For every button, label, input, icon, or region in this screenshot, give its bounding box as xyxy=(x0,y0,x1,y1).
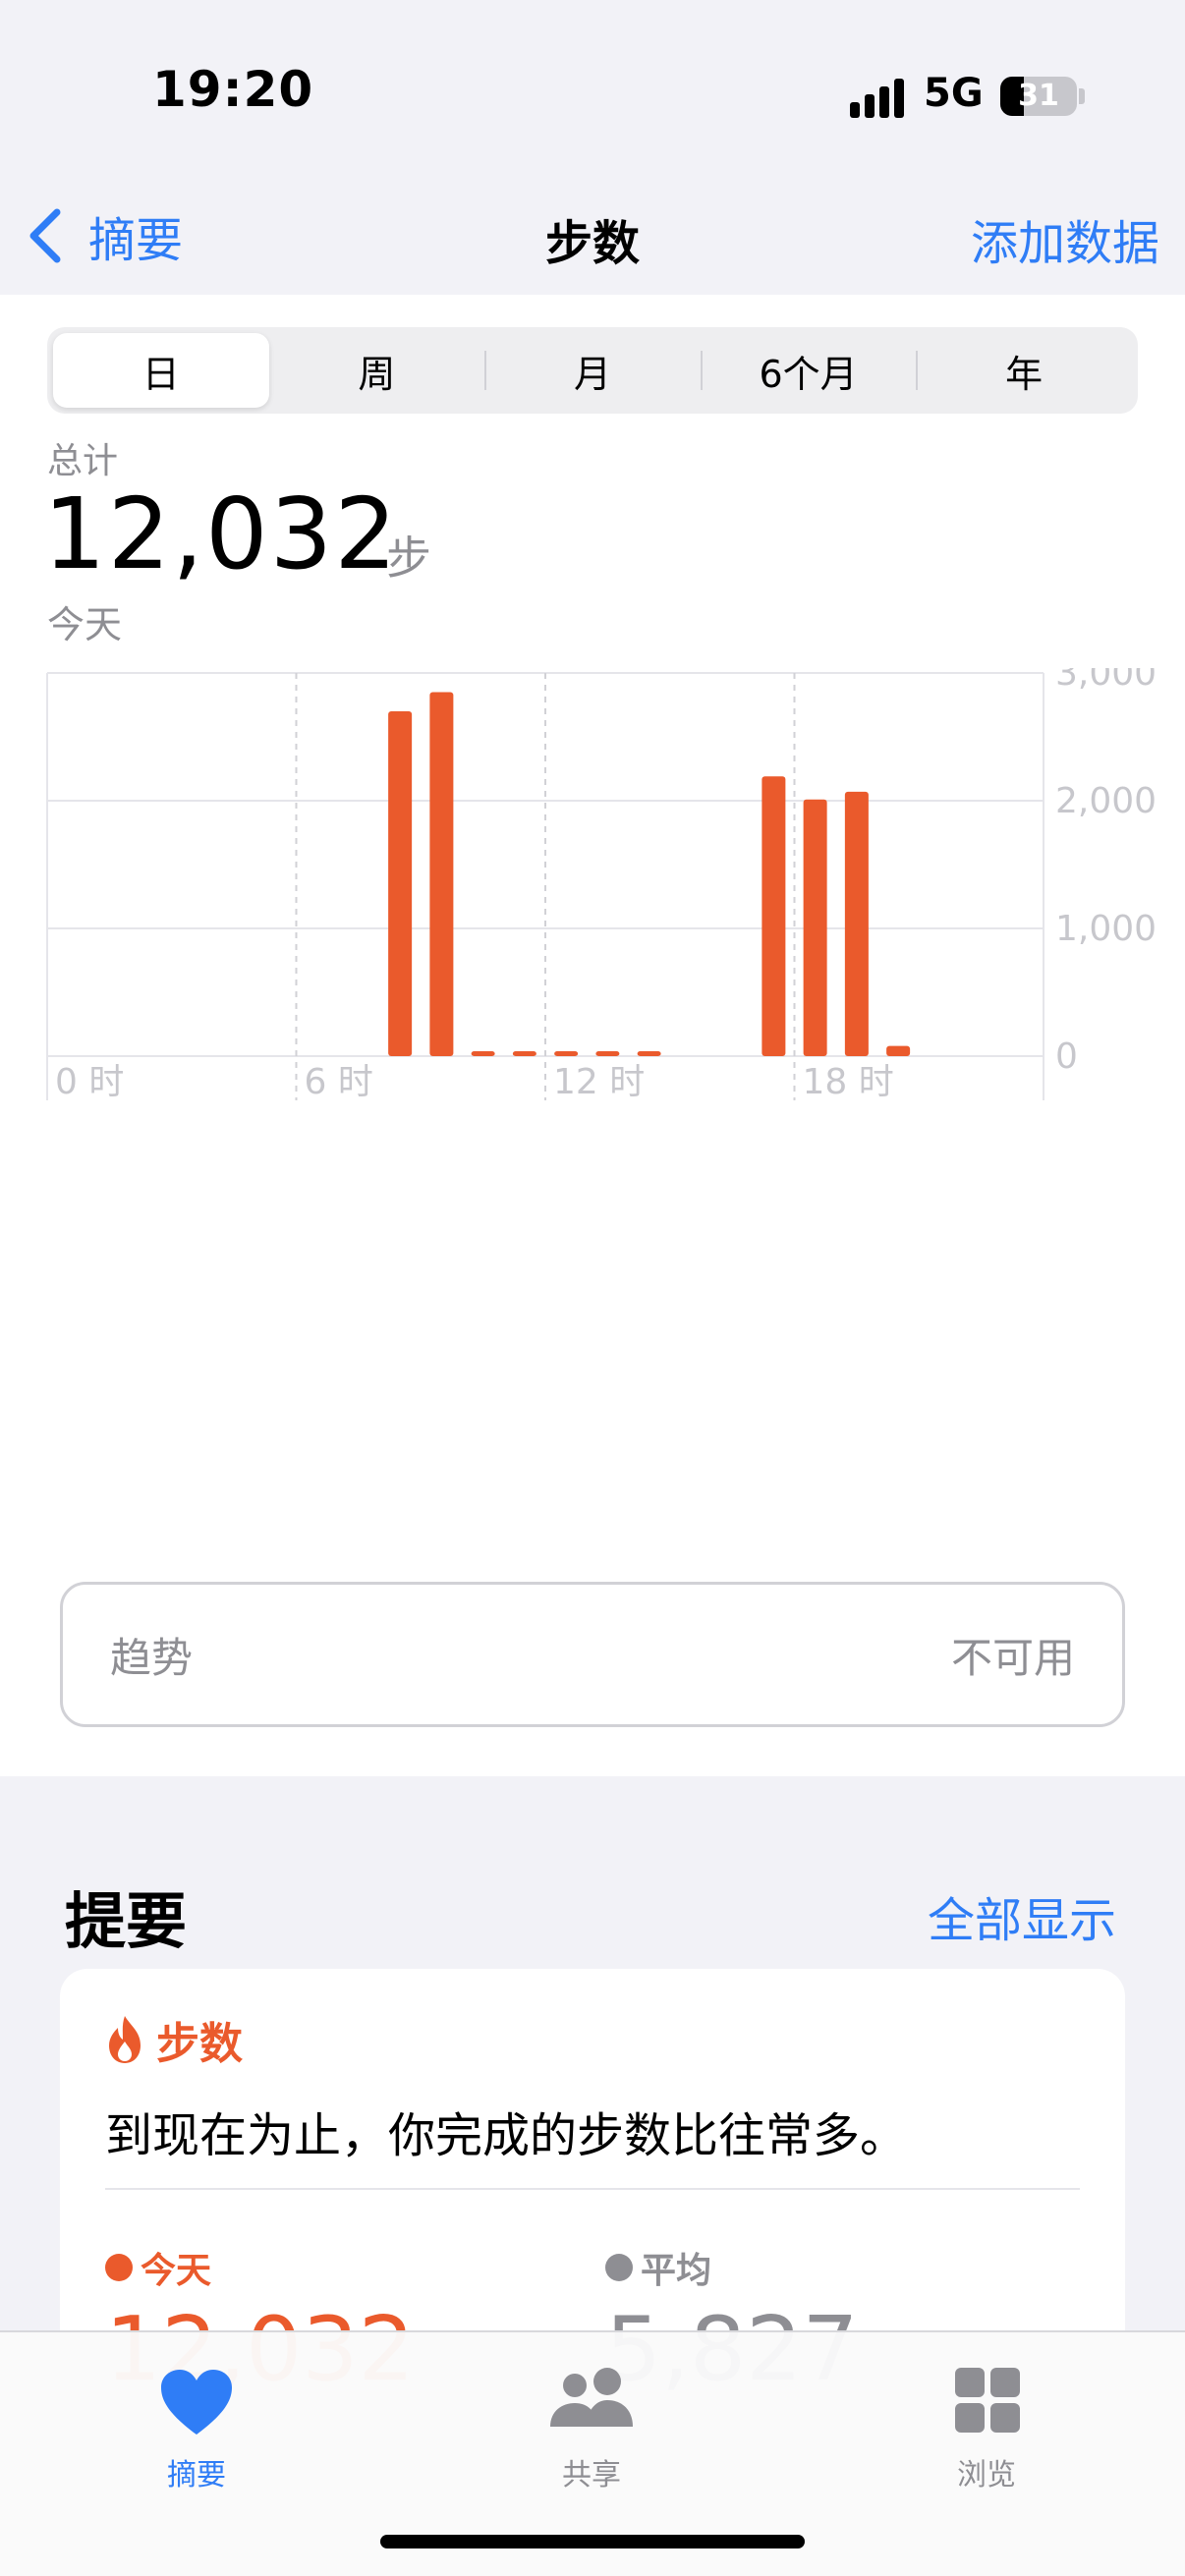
segment-year[interactable]: 年 xyxy=(916,333,1132,408)
trend-row[interactable]: 趋势 不可用 xyxy=(60,1582,1125,1727)
highlight-category: 步数 xyxy=(105,2008,243,2071)
tab-summary-label: 摘要 xyxy=(167,2458,226,2492)
total-unit: 步 xyxy=(386,532,431,585)
navigation-bar: 摘要 步数 添加数据 xyxy=(0,177,1185,295)
tab-browse-label: 浏览 xyxy=(957,2458,1016,2492)
highlight-text: 到现在为止，你完成的步数比往常多。 xyxy=(105,2108,908,2163)
tab-browse[interactable]: 浏览 xyxy=(888,2362,1085,2493)
segment-6-months[interactable]: 6个月 xyxy=(700,333,917,408)
time-range-segmented-control: 日 周 月 6个月 年 xyxy=(47,327,1138,414)
chart-bar xyxy=(429,692,454,1056)
tab-summary[interactable]: 摘要 xyxy=(98,2362,295,2493)
grid-icon xyxy=(955,2368,1020,2433)
segment-day[interactable]: 日 xyxy=(53,333,269,408)
legend-today: 今天 xyxy=(105,2242,211,2293)
chart-bar xyxy=(554,1051,579,1056)
cellular-signal-icon xyxy=(850,79,909,118)
total-value: 12,032 xyxy=(43,476,399,591)
legend-average-label: 平均 xyxy=(641,2251,712,2291)
chart-y-tick-label: 2,000 xyxy=(1055,781,1157,821)
battery-icon: 31 xyxy=(1000,77,1077,116)
home-indicator[interactable] xyxy=(380,2535,805,2548)
highlights-title: 提要 xyxy=(65,1885,188,1957)
add-data-button[interactable]: 添加数据 xyxy=(971,204,1159,273)
chart-bar xyxy=(886,1045,911,1056)
chart-bar xyxy=(388,711,413,1056)
chart-bar xyxy=(637,1051,661,1056)
trend-value: 不可用 xyxy=(950,1633,1075,1682)
flame-icon xyxy=(109,2016,141,2063)
chart-bar xyxy=(512,1051,536,1056)
chart-y-tick-label: 3,000 xyxy=(1055,668,1157,694)
segment-week[interactable]: 周 xyxy=(269,333,485,408)
people-icon xyxy=(550,2368,633,2427)
chart-y-tick-label: 1,000 xyxy=(1055,909,1157,949)
network-type: 5G xyxy=(924,71,984,116)
chart-bar xyxy=(471,1051,495,1056)
status-time: 19:20 xyxy=(152,61,314,118)
status-bar: 19:20 5G 31 xyxy=(0,0,1185,177)
average-dot xyxy=(605,2254,633,2281)
chart-x-tick-label: 12 时 xyxy=(553,1062,645,1102)
chart-bar xyxy=(803,799,827,1056)
chart-x-tick-label: 0 时 xyxy=(55,1062,124,1102)
highlight-category-label: 步数 xyxy=(156,2019,243,2069)
chart-x-tick-label: 6 时 xyxy=(305,1062,373,1102)
chart-bar xyxy=(762,776,786,1056)
chart-bar xyxy=(844,791,869,1056)
main-content: 日 周 月 6个月 年 总计 12,032 步 今天 3,000 2,000 1,0… xyxy=(0,295,1185,1776)
chart-x-tick-label: 18 时 xyxy=(803,1062,894,1102)
steps-bar-chart[interactable]: 3,000 2,000 1,000 0 0 时 6 时 12 时 18 时 xyxy=(0,668,1185,1120)
trend-label: 趋势 xyxy=(110,1633,194,1682)
tab-sharing-label: 共享 xyxy=(562,2458,621,2492)
chart-y-tick-label: 0 xyxy=(1055,1036,1078,1077)
date-label: 今天 xyxy=(47,603,123,646)
battery-percentage: 31 xyxy=(1018,79,1059,113)
legend-today-label: 今天 xyxy=(141,2251,212,2291)
chart-bar xyxy=(595,1051,620,1056)
heart-icon xyxy=(161,2370,232,2435)
segment-month[interactable]: 月 xyxy=(484,333,701,408)
legend-average: 平均 xyxy=(605,2242,711,2293)
show-all-button[interactable]: 全部显示 xyxy=(928,1881,1116,1950)
today-dot xyxy=(105,2254,133,2281)
divider xyxy=(105,2188,1080,2190)
tab-sharing[interactable]: 共享 xyxy=(493,2362,690,2493)
battery-nub xyxy=(1079,88,1085,104)
